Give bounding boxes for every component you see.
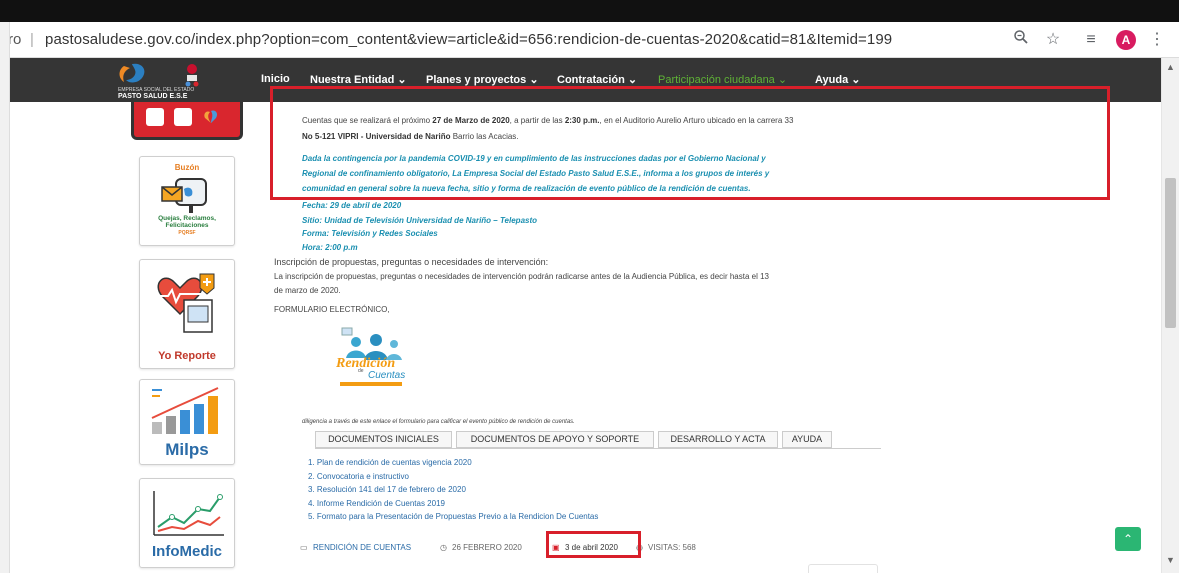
doc-link-1[interactable]: 1. Plan de rendición de cuentas vigencia… (308, 458, 472, 467)
nav-ayuda[interactable]: Ayuda ⌄ (815, 73, 860, 86)
tab-desarrollo-acta[interactable]: DESARROLLO Y ACTA (658, 431, 778, 448)
nav-inicio[interactable]: Inicio (261, 73, 290, 85)
badge-line-2: de (358, 368, 364, 374)
heart-logo-icon[interactable] (202, 108, 220, 126)
buzon-title: Buzón (174, 163, 200, 172)
milps-caption: Milps (165, 440, 209, 459)
scroll-down-icon[interactable]: ▼ (1166, 555, 1175, 565)
inscripcion-title: Inscripción de propuestas, preguntas o n… (274, 257, 549, 267)
profile-avatar[interactable]: A (1116, 30, 1136, 50)
site-logo[interactable]: EMPRESA SOCIAL DEL ESTADO PASTO SALUD E.… (110, 60, 230, 100)
event-date: Fecha: 29 de abril de 2020 (302, 201, 402, 210)
event-format: Forma: Televisión y Redes Sociales (302, 229, 438, 238)
doc-link-4[interactable]: 4. Informe Rendición de Cuentas 2019 (308, 499, 445, 508)
growth-chart-icon (151, 387, 219, 434)
badge-underline (340, 382, 402, 386)
event-time: Hora: 2:00 p.m (302, 243, 358, 252)
meta-visits: VISITAS: 568 (648, 543, 696, 552)
more-menu-icon[interactable]: ⋮ (1146, 29, 1168, 51)
folder-icon: ▭ (300, 543, 308, 552)
infomedic-card[interactable]: InfoMedic (139, 478, 235, 568)
buzon-card[interactable]: Buzón Quejas, Reclamos, Felicitaciones P… (139, 156, 235, 246)
tab-ayuda[interactable]: AYUDA (782, 431, 832, 448)
tab-documentos-iniciales[interactable]: DOCUMENTOS INICIALES (315, 431, 452, 448)
back-to-top-button[interactable]: ⌃ (1115, 527, 1141, 551)
doc-link-5[interactable]: 5. Formato para la Presentación de Propu… (308, 512, 598, 521)
health-report-icon (157, 273, 215, 333)
buzon-caption-3: PQRSF (178, 230, 196, 236)
infomedic-caption: InfoMedic (152, 543, 222, 560)
left-window-edge (0, 22, 10, 573)
date-highlight-box (546, 531, 641, 558)
meta-category[interactable]: RENDICIÓN DE CUENTAS (313, 543, 411, 552)
window-top-strip (0, 0, 1179, 22)
nav-participacion-ciudadana[interactable]: Participación ciudadana ⌄ (658, 73, 787, 86)
bookmark-star-icon[interactable]: ☆ (1042, 29, 1064, 51)
buzon-caption-2: Felicitaciones (165, 222, 209, 229)
inscripcion-line-1: La inscripción de propuestas, preguntas … (274, 272, 769, 281)
formulario-label: FORMULARIO ELECTRÓNICO, (274, 305, 390, 314)
mailbox-icon (161, 178, 207, 213)
chart-icon[interactable] (174, 108, 192, 126)
diligencia-text: diligencia a través de este enlace el fo… (302, 419, 575, 425)
people-meeting-icon (341, 327, 402, 360)
nav-nuestra-entidad[interactable]: Nuestra Entidad ⌄ (310, 73, 407, 86)
notice-highlight-box (270, 86, 1110, 200)
inscripcion-line-2: de marzo de 2020. (274, 286, 341, 295)
doc-link-3[interactable]: 3. Resolución 141 del 17 de febrero de 2… (308, 485, 466, 494)
url-separator: | (30, 31, 34, 48)
yo-reporte-card[interactable]: Yo Reporte (139, 259, 235, 369)
nav-contratacion[interactable]: Contratación ⌄ (557, 73, 637, 86)
sidebar-quick-links (131, 102, 243, 140)
trend-line-icon (153, 491, 224, 536)
scroll-up-icon[interactable]: ▲ (1166, 62, 1175, 72)
address-bar: ro | pastosaludese.gov.co/index.php?opti… (0, 22, 1179, 58)
yo-reporte-caption: Yo Reporte (158, 350, 216, 362)
meta-created: 26 FEBRERO 2020 (452, 543, 522, 552)
scrollbar-thumb[interactable] (1165, 178, 1176, 328)
logo-line-2: PASTO SALUD E.S.E (118, 93, 188, 100)
event-site: Sitio: Unidad de Televisión Universidad … (302, 216, 538, 225)
buzon-caption-1: Quejas, Reclamos, (158, 215, 216, 222)
nav-planes-proyectos[interactable]: Planes y proyectos ⌄ (426, 73, 539, 86)
doc-link-2[interactable]: 2. Convocatoria e instructivo (308, 472, 409, 481)
tab-divider (315, 448, 881, 449)
zoom-icon[interactable] (1010, 29, 1032, 51)
url-input[interactable]: pastosaludese.gov.co/index.php?option=co… (45, 31, 892, 48)
tab-documentos-apoyo[interactable]: DOCUMENTOS DE APOYO Y SOPORTE (456, 431, 654, 448)
badge-line-3: Cuentas (368, 370, 406, 381)
rendicion-badge-link[interactable]: Rendición de Cuentas (328, 326, 412, 386)
vertical-scrollbar[interactable]: ▲ ▼ (1161, 58, 1179, 573)
document-icon[interactable] (146, 108, 164, 126)
url-prefix: ro (8, 31, 22, 48)
faded-tab-shape (808, 564, 878, 573)
reading-list-icon[interactable]: ≡ (1080, 29, 1102, 51)
logo-graphic-icon (119, 63, 199, 87)
milps-card[interactable]: Milps (139, 379, 235, 465)
clock-icon: ◷ (440, 543, 447, 552)
